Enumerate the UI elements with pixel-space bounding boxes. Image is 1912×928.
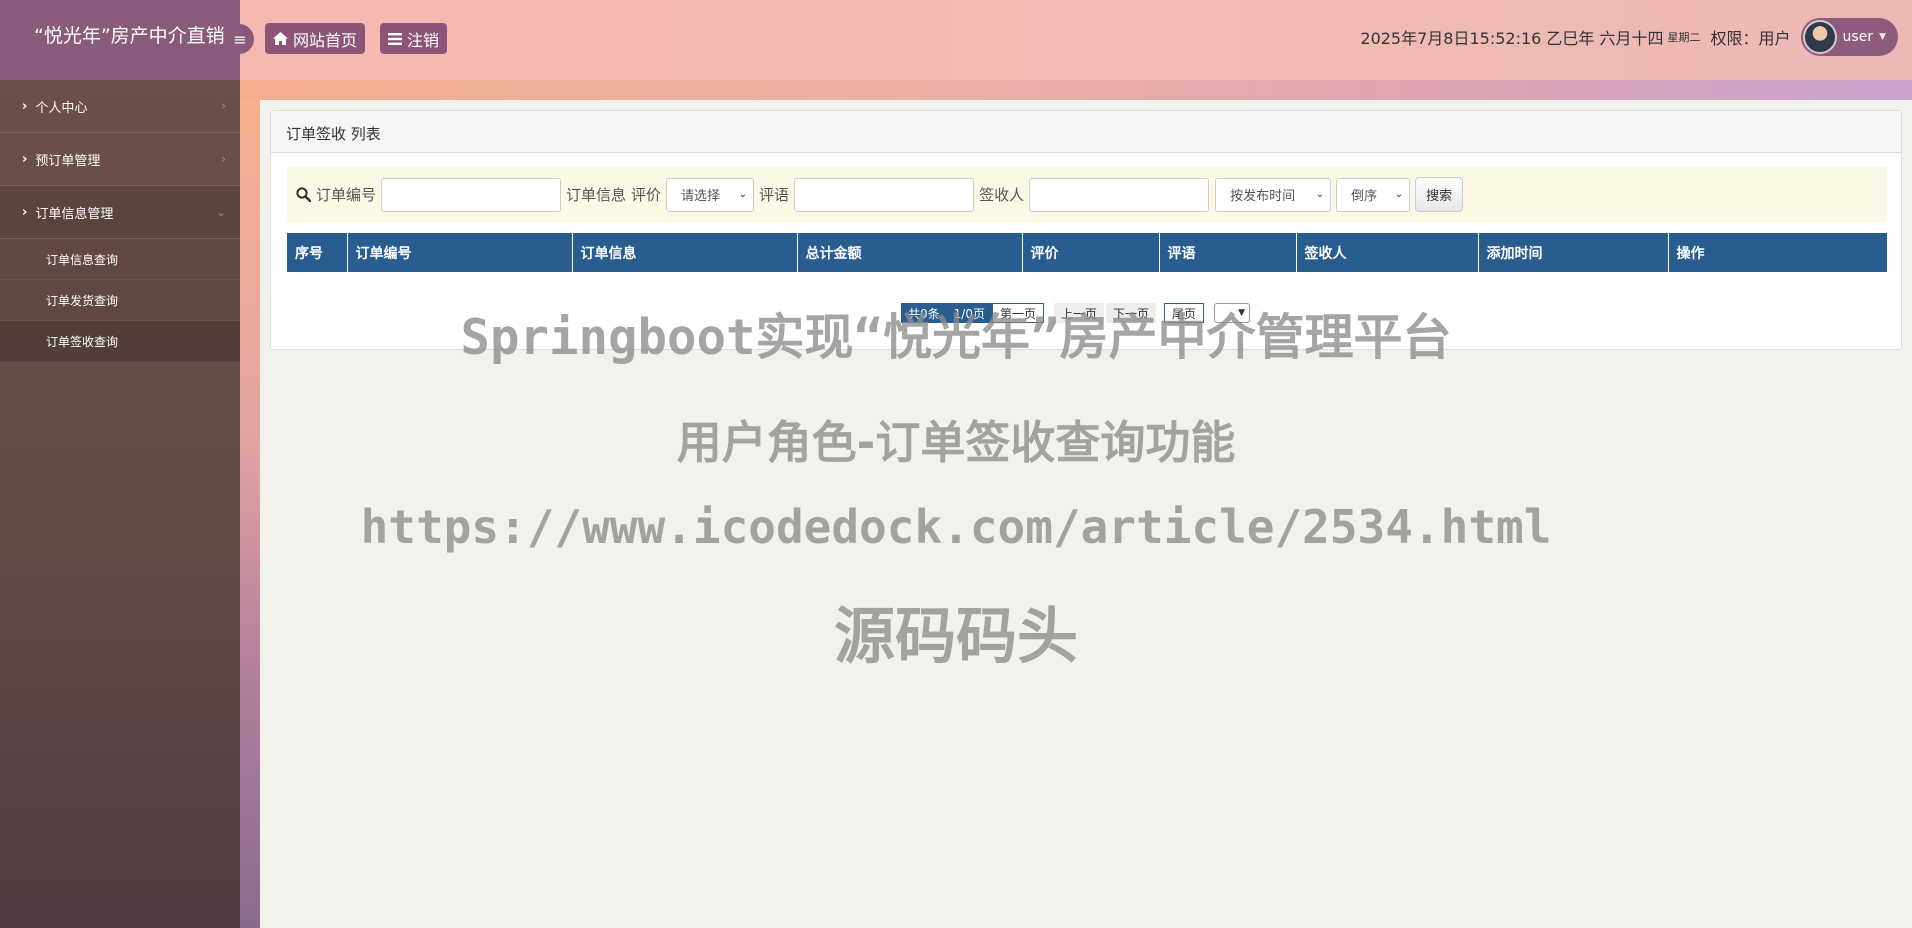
home-button-label: 网站首页 [293,30,358,50]
rating-select-value: 请选择 [681,189,721,204]
rating-label: 评价 [631,186,662,204]
search-form: 订单编号 订单信息 评价 请选择 ⌄ 评语 签收人 按发布时间 ⌄ 倒序 ⌄ 搜… [287,167,1887,222]
column-header[interactable]: 评语 [1159,233,1297,272]
chevron-right-icon: › [22,98,28,114]
next-page-button[interactable]: 下一页 [1106,303,1157,323]
brand-title: “悦光年”房产中介直销 [0,0,240,80]
sidebar-item-order-info[interactable]: › 订单信息管理 ⌄ [0,186,240,239]
caret-down-icon: ▼ [1879,32,1886,42]
panel-title: 订单签收 列表 [271,111,1901,153]
search-button[interactable]: 搜索 [1415,177,1464,212]
sidebar-subitem-label: 订单签收查询 [46,334,119,349]
username-text: user [1842,29,1874,45]
receipt-table: 序号 订单编号 订单信息 总计金额 评价 评语 签收人 添加时间 操作 [287,233,1887,272]
sidebar-toggle-button[interactable]: ≡ [226,24,254,54]
signer-label: 签收人 [979,186,1025,204]
chevron-down-icon: ⌄ [1315,189,1325,200]
menu-icon: ≡ [233,29,247,49]
avatar [1802,20,1837,54]
header-info: 2025年7月8日15:52:16 乙巳年 六月十四 星期二 权限：用户 use… [1360,18,1898,56]
weekday-text: 星期二 [1667,31,1701,44]
logout-button-label: 注销 [407,30,440,50]
comment-label: 评语 [759,186,790,204]
page-jump-select[interactable]: ▼ [1214,303,1251,323]
order-receipt-panel: 订单签收 列表 订单编号 订单信息 评价 请选择 ⌄ 评语 签收人 按发布时间 … [270,110,1902,350]
order-no-input[interactable] [381,177,562,212]
sort-order-value: 倒序 [1351,189,1378,204]
signer-input[interactable] [1029,177,1210,212]
sidebar-subitem-label: 订单信息查询 [46,252,119,267]
table-header-row: 序号 订单编号 订单信息 总计金额 评价 评语 签收人 添加时间 操作 [287,233,1887,272]
sidebar-item-preorder[interactable]: › 预订单管理 › [0,133,240,186]
watermark-url: https://www.icodedock.com/article/2534.h… [360,500,1552,554]
column-header[interactable]: 序号 [287,233,348,272]
sidebar-item-label: 订单信息管理 [35,206,114,222]
watermark-brand: 源码码头 [833,601,1078,672]
comment-input[interactable] [794,177,975,212]
column-header[interactable]: 订单编号 [347,233,573,272]
logout-button[interactable]: 注销 [380,23,448,54]
column-header[interactable]: 订单信息 [572,233,798,272]
order-info-label: 订单信息 [566,186,627,204]
sidebar: › 个人中心 › › 预订单管理 › › 订单信息管理 ⌄ 订单信息查询 订单发… [0,80,240,928]
chevron-down-icon: ▼ [1238,308,1246,318]
sidebar-item-label: 预订单管理 [35,153,101,169]
page-info: 1/0页 [946,303,992,323]
chevron-down-icon: ⌄ [215,205,226,219]
order-no-label: 订单编号 [316,186,377,204]
rating-select[interactable]: 请选择 ⌄ [666,177,755,212]
sort-field-value: 按发布时间 [1230,189,1296,204]
datetime-text: 2025年7月8日15:52:16 乙巳年 六月十四 [1360,29,1664,48]
chevron-right-icon: › [221,99,226,113]
chevron-down-icon: ⌄ [738,189,748,200]
sidebar-item-label: 个人中心 [35,100,88,116]
sort-field-select[interactable]: 按发布时间 ⌄ [1215,177,1332,212]
chevron-right-icon: › [22,204,28,220]
column-header[interactable]: 操作 [1668,233,1887,272]
prev-page-button[interactable]: 上一页 [1053,303,1104,323]
total-count: 共0条 [901,303,947,323]
top-header: “悦光年”房产中介直销 ≡ 网站首页 注销 2025年7月8日15:52:16 … [0,0,1912,80]
sidebar-item-personal-center[interactable]: › 个人中心 › [0,80,240,133]
search-icon [296,187,311,202]
sidebar-decor-edge [240,100,260,928]
sidebar-subitem-order-query[interactable]: 订单信息查询 [0,239,240,280]
list-icon [388,32,402,45]
column-header[interactable]: 评价 [1022,233,1160,272]
chevron-right-icon: › [221,152,226,166]
chevron-down-icon: ⌄ [1394,189,1404,200]
column-header[interactable]: 总计金额 [797,233,1023,272]
permission-text: 权限：用户 [1710,29,1791,48]
first-page-button[interactable]: 第一页 [991,303,1044,323]
sidebar-subitem-receipt-query[interactable]: 订单签收查询 [0,321,240,362]
sidebar-subitem-label: 订单发货查询 [46,293,119,308]
chevron-right-icon: › [22,151,28,167]
home-icon [273,32,288,45]
column-header[interactable]: 添加时间 [1478,233,1669,272]
home-button[interactable]: 网站首页 [265,23,366,54]
watermark-subtitle: 用户角色-订单签收查询功能 [676,416,1236,469]
sidebar-subitem-shipment-query[interactable]: 订单发货查询 [0,280,240,321]
pagination: 共0条 1/0页 第一页 上一页 下一页 尾页 ▼ [901,303,1251,323]
sort-order-select[interactable]: 倒序 ⌄ [1336,177,1411,212]
column-header[interactable]: 签收人 [1296,233,1479,272]
user-menu[interactable]: user ▼ [1800,18,1898,56]
last-page-button[interactable]: 尾页 [1164,303,1205,323]
header-decor-strip [240,80,1912,100]
